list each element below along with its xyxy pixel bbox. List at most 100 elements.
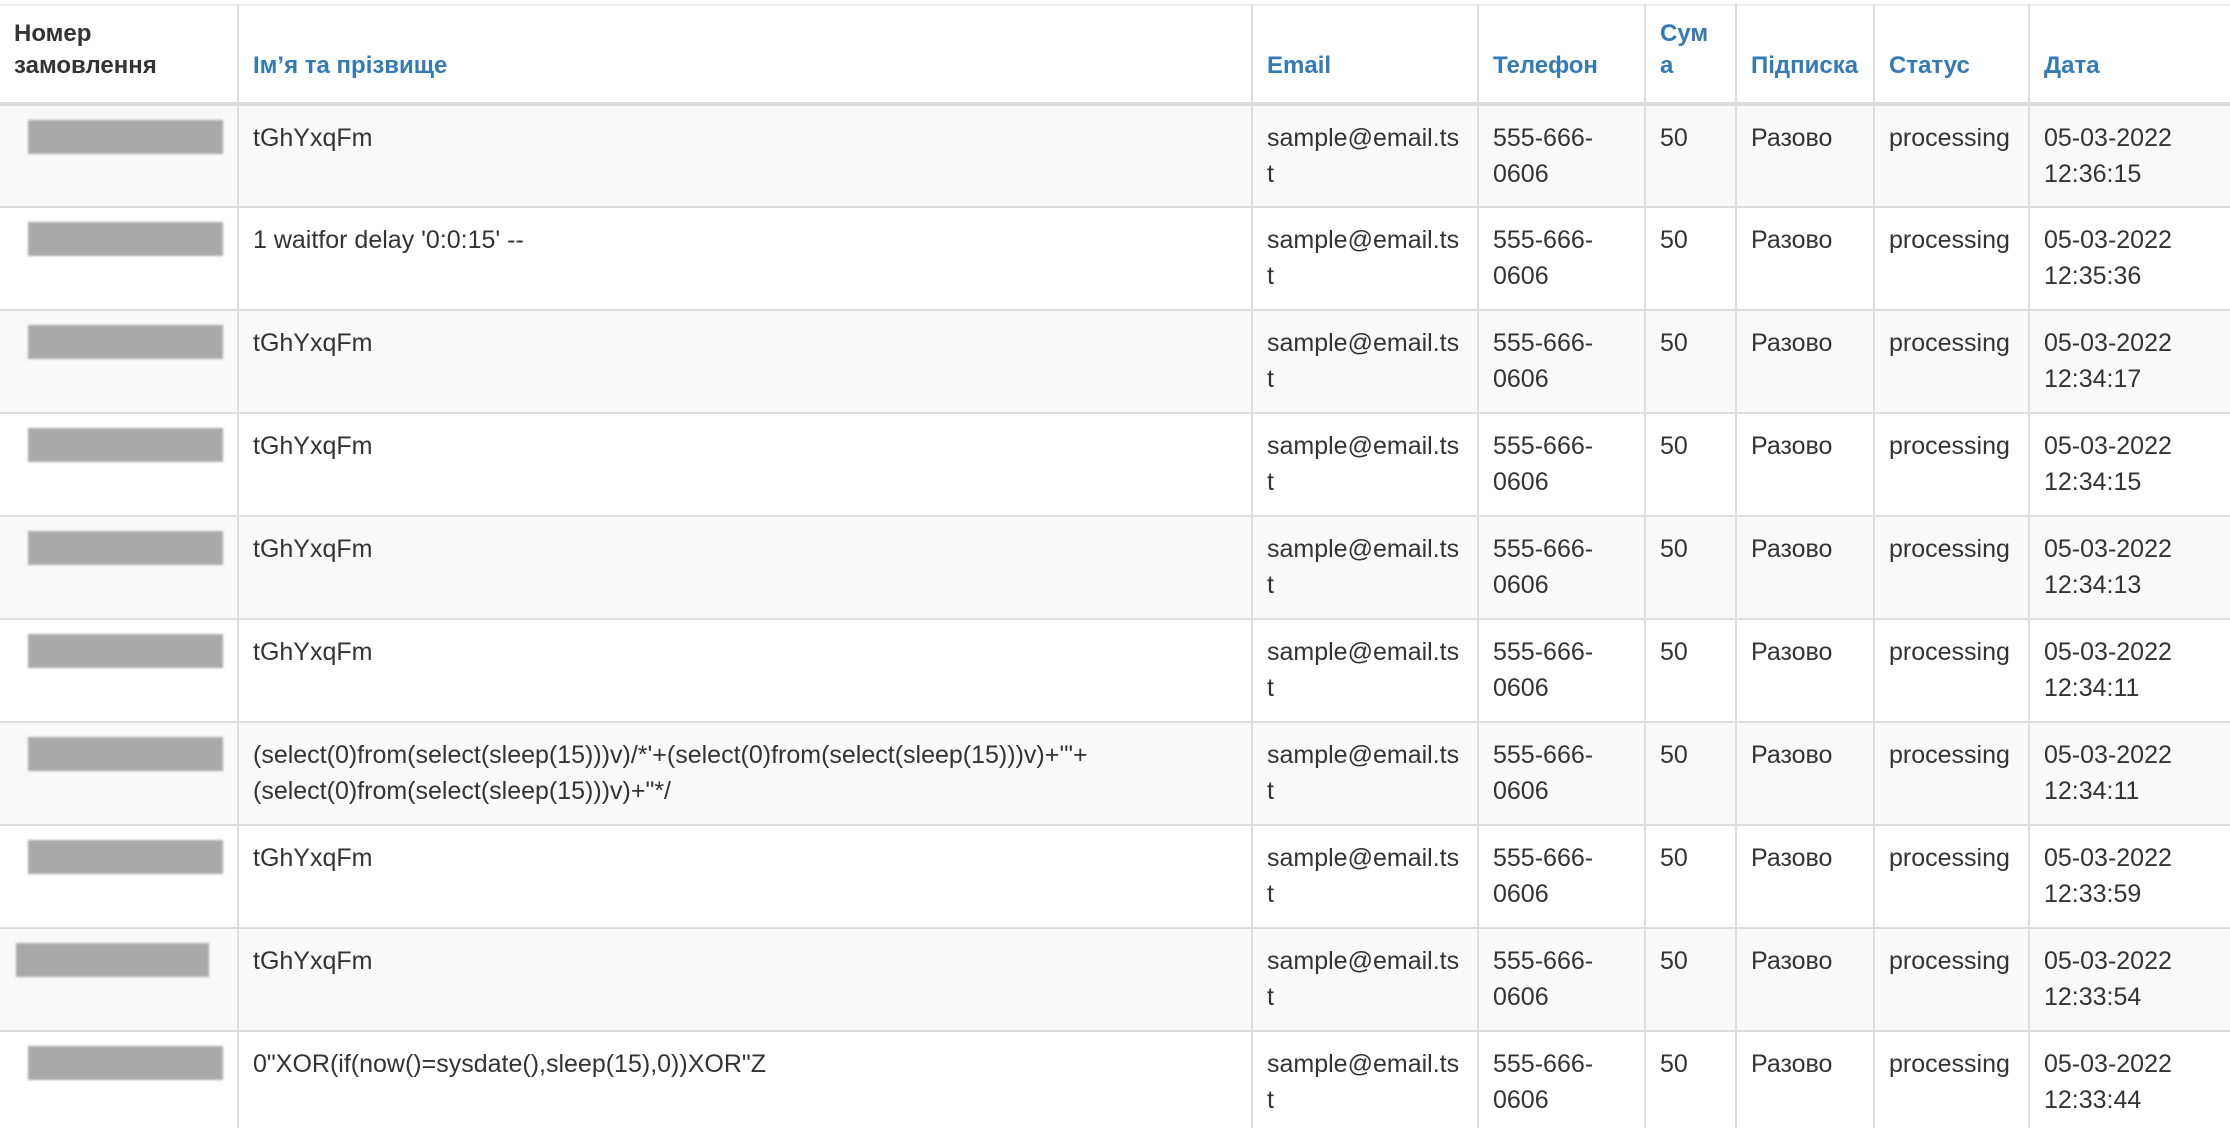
cell-date: 05-03-2022 12:34:11 bbox=[2044, 741, 2172, 805]
cell-status: processing bbox=[1874, 1031, 2030, 1128]
cell-subscription: Разово bbox=[1736, 516, 1875, 619]
cell-name: 0"XOR(if(now()=sysdate(),sleep(15),0))XO… bbox=[238, 1031, 1253, 1128]
redacted-order-number bbox=[28, 1046, 223, 1080]
cell-email: sample@email.tst bbox=[1252, 825, 1479, 928]
cell-order-number bbox=[0, 310, 239, 413]
table-row[interactable]: 1 waitfor delay '0:0:15' -- sample@email.… bbox=[0, 207, 2230, 310]
cell-order-number bbox=[0, 413, 239, 516]
cell-date: 05-03-2022 12:34:13 bbox=[2044, 535, 2172, 599]
cell-phone: 555-666-0606 bbox=[1478, 825, 1646, 928]
redacted-order-number bbox=[28, 222, 223, 256]
cell-status: processing bbox=[1874, 928, 2030, 1031]
header-date-sort-link[interactable]: Дата bbox=[2029, 5, 2230, 104]
cell-amount: 50 bbox=[1645, 722, 1737, 825]
cell-subscription: Разово bbox=[1736, 1031, 1875, 1128]
cell-status: processing bbox=[1874, 413, 2030, 516]
cell-order-number bbox=[0, 722, 239, 825]
cell-name: tGhYxqFm bbox=[238, 928, 1253, 1031]
cell-status: processing bbox=[1874, 516, 2030, 619]
redacted-order-number bbox=[28, 840, 223, 874]
cell-name: tGhYxqFm bbox=[238, 310, 1253, 413]
cell-subscription: Разово bbox=[1736, 310, 1875, 413]
cell-subscription: Разово bbox=[1736, 825, 1875, 928]
cell-name: (select(0)from(select(sleep(15)))v)/*'+(… bbox=[238, 722, 1253, 825]
cell-phone: 555-666-0606 bbox=[1478, 928, 1646, 1031]
cell-order-number bbox=[0, 104, 239, 207]
cell-date: 05-03-2022 12:33:59 bbox=[2044, 844, 2172, 908]
table-row[interactable]: tGhYxqFm sample@email.tst 555-666-0606 50 Ра… bbox=[0, 619, 2230, 722]
header-phone-sort-link[interactable]: Телефон bbox=[1478, 5, 1646, 104]
cell-status: processing bbox=[1874, 825, 2030, 928]
redacted-order-number bbox=[28, 531, 223, 565]
cell-email: sample@email.tst bbox=[1252, 413, 1479, 516]
redacted-order-number bbox=[28, 737, 223, 771]
cell-phone: 555-666-0606 bbox=[1478, 310, 1646, 413]
orders-table-body: tGhYxqFm sample@email.tst 555-666-0606 50 Ра… bbox=[0, 104, 2230, 1128]
cell-subscription: Разово bbox=[1736, 413, 1875, 516]
cell-name: 1 waitfor delay '0:0:15' -- bbox=[238, 207, 1253, 310]
cell-status: processing bbox=[1874, 207, 2030, 310]
cell-status: processing bbox=[1874, 104, 2030, 207]
cell-date: 05-03-2022 12:33:44 bbox=[2044, 1050, 2172, 1114]
redacted-order-number bbox=[28, 634, 223, 668]
cell-email: sample@email.tst bbox=[1252, 104, 1479, 207]
table-row[interactable]: 0"XOR(if(now()=sysdate(),sleep(15),0))XO… bbox=[0, 1031, 2230, 1128]
orders-page: Номер замовлення Ім’я та прізвище Email … bbox=[0, 0, 2230, 1128]
cell-phone: 555-666-0606 bbox=[1478, 104, 1646, 207]
cell-email: sample@email.tst bbox=[1252, 1031, 1479, 1128]
table-row[interactable]: tGhYxqFm sample@email.tst 555-666-0606 50 Ра… bbox=[0, 413, 2230, 516]
redacted-order-number bbox=[16, 943, 209, 977]
header-amount-sort-link[interactable]: Сума bbox=[1645, 5, 1737, 104]
cell-subscription: Разово bbox=[1736, 207, 1875, 310]
table-row[interactable]: tGhYxqFm sample@email.tst 555-666-0606 50 Ра… bbox=[0, 928, 2230, 1031]
cell-email: sample@email.tst bbox=[1252, 722, 1479, 825]
cell-amount: 50 bbox=[1645, 825, 1737, 928]
cell-amount: 50 bbox=[1645, 928, 1737, 1031]
cell-name: tGhYxqFm bbox=[238, 825, 1253, 928]
redacted-order-number bbox=[28, 428, 223, 462]
cell-amount: 50 bbox=[1645, 104, 1737, 207]
cell-order-number bbox=[0, 1031, 239, 1128]
cell-name: tGhYxqFm bbox=[238, 104, 1253, 207]
cell-email: sample@email.tst bbox=[1252, 207, 1479, 310]
orders-table: Номер замовлення Ім’я та прізвище Email … bbox=[0, 4, 2230, 1128]
cell-subscription: Разово bbox=[1736, 619, 1875, 722]
cell-phone: 555-666-0606 bbox=[1478, 722, 1646, 825]
table-row[interactable]: (select(0)from(select(sleep(15)))v)/*'+(… bbox=[0, 722, 2230, 825]
cell-subscription: Разово bbox=[1736, 104, 1875, 207]
cell-status: processing bbox=[1874, 722, 2030, 825]
cell-amount: 50 bbox=[1645, 207, 1737, 310]
cell-amount: 50 bbox=[1645, 310, 1737, 413]
header-status-sort-link[interactable]: Статус bbox=[1874, 5, 2030, 104]
cell-order-number bbox=[0, 207, 239, 310]
cell-name: tGhYxqFm bbox=[238, 619, 1253, 722]
cell-subscription: Разово bbox=[1736, 722, 1875, 825]
table-row[interactable]: tGhYxqFm sample@email.tst 555-666-0606 50 Ра… bbox=[0, 825, 2230, 928]
cell-amount: 50 bbox=[1645, 619, 1737, 722]
cell-email: sample@email.tst bbox=[1252, 928, 1479, 1031]
cell-phone: 555-666-0606 bbox=[1478, 619, 1646, 722]
header-email-sort-link[interactable]: Email bbox=[1252, 5, 1479, 104]
cell-phone: 555-666-0606 bbox=[1478, 207, 1646, 310]
cell-email: sample@email.tst bbox=[1252, 619, 1479, 722]
cell-amount: 50 bbox=[1645, 516, 1737, 619]
redacted-order-number bbox=[28, 325, 223, 359]
header-subscription-sort-link[interactable]: Підписка bbox=[1736, 5, 1875, 104]
table-row[interactable]: tGhYxqFm sample@email.tst 555-666-0606 50 Ра… bbox=[0, 310, 2230, 413]
table-row[interactable]: tGhYxqFm sample@email.tst 555-666-0606 50 Ра… bbox=[0, 516, 2230, 619]
cell-order-number bbox=[0, 825, 239, 928]
cell-date: 05-03-2022 12:34:11 bbox=[2044, 638, 2172, 702]
cell-phone: 555-666-0606 bbox=[1478, 1031, 1646, 1128]
cell-name: tGhYxqFm bbox=[238, 413, 1253, 516]
table-header-row: Номер замовлення Ім’я та прізвище Email … bbox=[0, 5, 2230, 104]
cell-order-number bbox=[0, 928, 239, 1031]
header-name-sort-link[interactable]: Ім’я та прізвище bbox=[238, 5, 1253, 104]
cell-date: 05-03-2022 12:34:15 bbox=[2044, 432, 2172, 496]
cell-amount: 50 bbox=[1645, 1031, 1737, 1128]
cell-subscription: Разово bbox=[1736, 928, 1875, 1031]
cell-email: sample@email.tst bbox=[1252, 516, 1479, 619]
cell-amount: 50 bbox=[1645, 413, 1737, 516]
cell-status: processing bbox=[1874, 310, 2030, 413]
table-row[interactable]: tGhYxqFm sample@email.tst 555-666-0606 50 Ра… bbox=[0, 104, 2230, 207]
cell-phone: 555-666-0606 bbox=[1478, 413, 1646, 516]
